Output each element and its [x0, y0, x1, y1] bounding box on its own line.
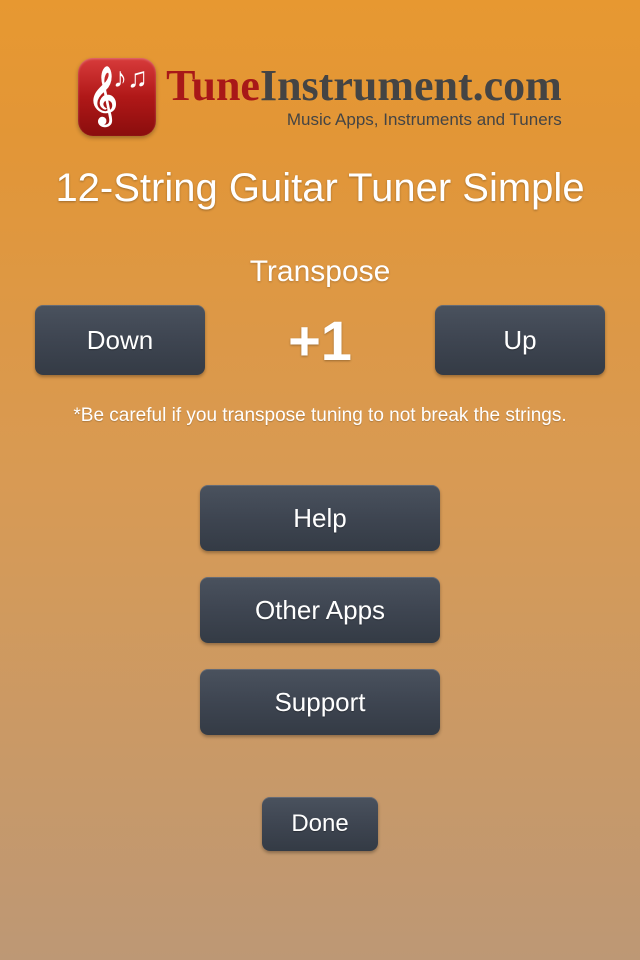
transpose-value: +1: [288, 308, 352, 373]
transpose-down-button[interactable]: Down: [35, 305, 205, 375]
logo-text: TuneInstrument.com Music Apps, Instrumen…: [166, 64, 562, 130]
music-notes-icon: ♪♫: [113, 64, 148, 92]
support-button[interactable]: Support: [200, 669, 440, 735]
brand-tagline: Music Apps, Instruments and Tuners: [166, 110, 562, 130]
menu-buttons: Help Other Apps Support: [200, 485, 440, 735]
transpose-label: Transpose: [250, 255, 391, 289]
help-button[interactable]: Help: [200, 485, 440, 551]
brand-name: TuneInstrument.com: [166, 64, 562, 108]
page-title: 12-String Guitar Tuner Simple: [55, 166, 584, 211]
app-icon: 𝄞 ♪♫: [78, 58, 156, 136]
brand-suffix: Instrument.com: [260, 61, 562, 110]
logo-row: 𝄞 ♪♫ TuneInstrument.com Music Apps, Inst…: [78, 58, 562, 136]
transpose-controls: Down +1 Up: [35, 305, 605, 375]
other-apps-button[interactable]: Other Apps: [200, 577, 440, 643]
transpose-up-button[interactable]: Up: [435, 305, 605, 375]
warning-text: *Be careful if you transpose tuning to n…: [73, 405, 566, 427]
done-button[interactable]: Done: [262, 797, 378, 851]
brand-prefix: Tune: [166, 61, 260, 110]
main-container: 𝄞 ♪♫ TuneInstrument.com Music Apps, Inst…: [0, 0, 640, 960]
